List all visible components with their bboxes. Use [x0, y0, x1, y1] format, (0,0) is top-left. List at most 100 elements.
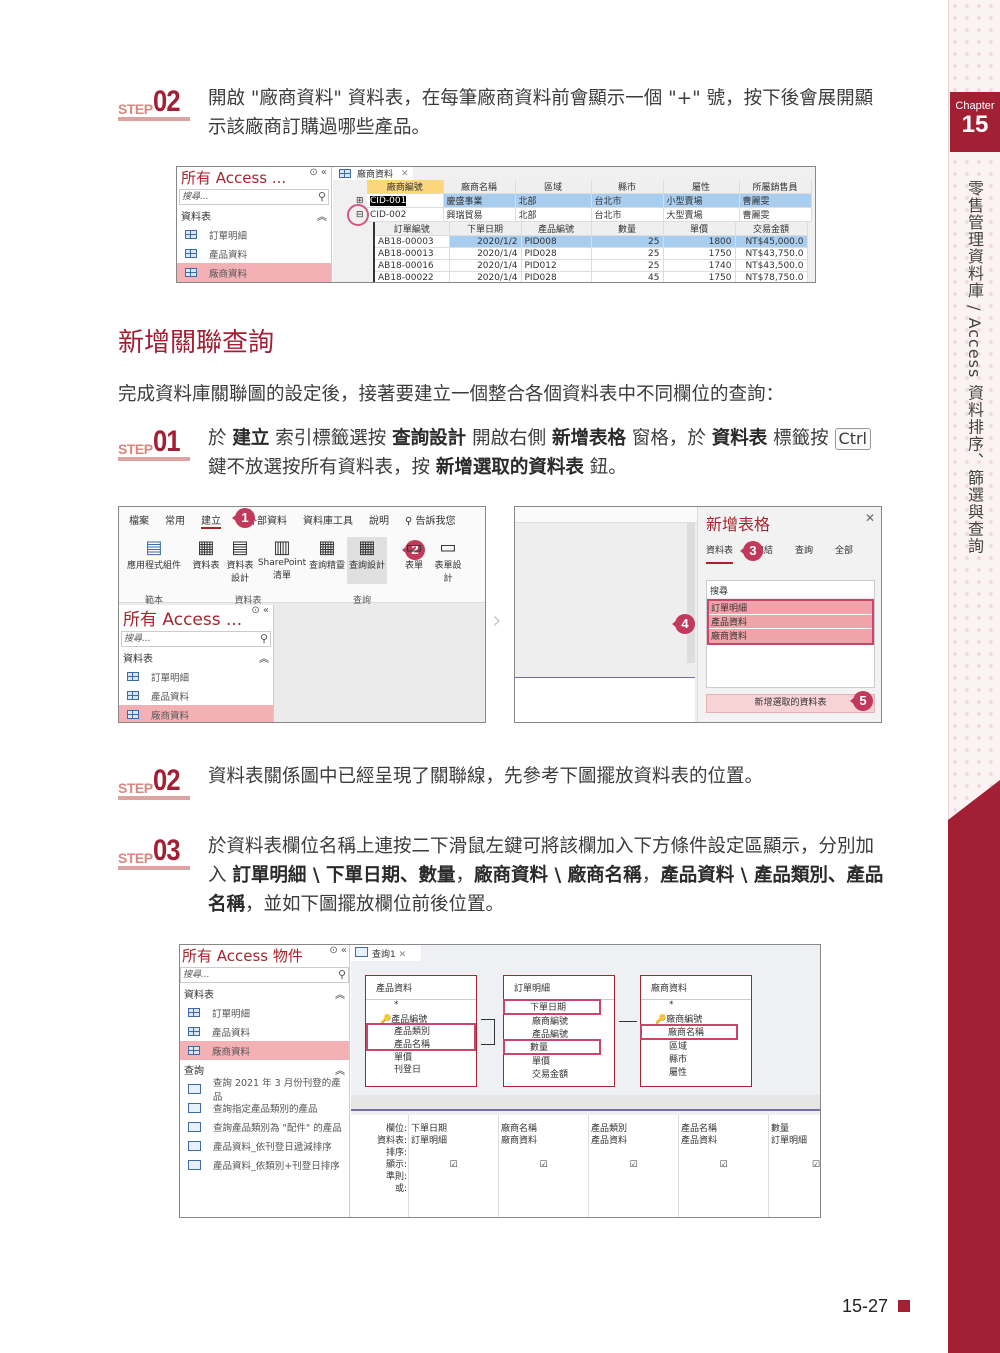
nav-group-tables[interactable]: 資料表 ︽ — [119, 648, 273, 667]
horizontal-scrollbar[interactable] — [351, 1095, 820, 1111]
column-header[interactable]: 單價 — [663, 222, 736, 236]
search-input[interactable]: 搜尋... ⚲ — [180, 967, 349, 983]
table-button[interactable]: ▦ 資料表 — [189, 537, 223, 584]
column-header[interactable]: 屬性 — [663, 180, 740, 194]
nav-item[interactable]: 查詢產品類別為 "配件" 的產品 — [180, 1117, 349, 1136]
query-wizard-button[interactable]: ▦ 查詢精靈 — [307, 537, 347, 584]
list-item[interactable]: 訂單明細 — [709, 601, 872, 615]
field-item[interactable]: 數量 — [503, 1039, 601, 1055]
nav-pane: 所有 Access ... ⊙ « 搜尋... ⚲ 資料表 ︽ 訂單明細 產品資料 廠… — [119, 605, 274, 722]
table-row[interactable]: AB18-00016 2020/1/4 PID012 25 1740 NT$43,500.… — [374, 259, 808, 272]
collapse-icon[interactable]: ⊟ — [347, 203, 369, 226]
scrollbar[interactable] — [687, 523, 695, 663]
table-box[interactable]: 產品資料 * 🔑產品編號 產品類別 產品名稱 單價 刊登日 — [365, 975, 477, 1087]
nav-item-selected[interactable]: 廠商資料 — [180, 1041, 349, 1060]
vendor-table: 廠商編號 廠商名稱 區域 縣市 屬性 所屬銷售員 ⊞ CID-001 慶盛事業北… — [347, 180, 812, 226]
column-header[interactable]: 廠商編號 — [367, 180, 444, 194]
nav-item[interactable]: 訂單明細 — [119, 667, 273, 686]
table-row[interactable]: AB18-00003 2020/1/2 PID008 25 1800 NT$45,000.… — [374, 235, 808, 248]
show-checkbox[interactable]: ☑ — [501, 1159, 586, 1171]
tab-file[interactable]: 檔案 — [129, 512, 149, 529]
query-icon — [355, 947, 368, 957]
nav-item[interactable]: 訂單明細 — [180, 1003, 349, 1022]
search-input[interactable]: 搜尋... ⚲ — [179, 189, 329, 205]
tab-home[interactable]: 常用 — [165, 512, 185, 529]
column-header[interactable]: 所屬銷售員 — [739, 180, 812, 194]
page-number: 15-27 — [842, 1296, 889, 1316]
close-icon[interactable]: ✕ — [401, 169, 409, 179]
tab-dbtools[interactable]: 資料庫工具 — [303, 512, 353, 529]
sidebar-red-band — [948, 780, 1000, 1353]
grid-column[interactable]: 產品類別 產品資料 ☑ — [588, 1115, 678, 1217]
close-icon[interactable]: ✕ — [399, 950, 407, 960]
search-input[interactable]: 搜尋... ⚲ — [121, 631, 271, 647]
table-icon — [127, 672, 139, 681]
nav-group-tables[interactable]: 資料表 ︽ — [180, 984, 349, 1003]
nav-item[interactable]: 產品資料 — [180, 1022, 349, 1041]
table-design-button[interactable]: ▤ 資料表設計 — [223, 537, 257, 584]
grid-column[interactable]: 產品名稱 產品資料 ☑ — [678, 1115, 768, 1217]
list-item[interactable]: 產品資料 — [709, 615, 872, 629]
nav-group-tables[interactable]: 資料表 ︽ — [177, 206, 331, 225]
table-row[interactable]: AB18-00013 2020/1/4 PID028 25 1750 NT$43,750.… — [374, 247, 808, 260]
nav-item[interactable]: 查詢 2021 年 3 月份刊登的產品 — [180, 1078, 349, 1103]
show-checkbox[interactable]: ☑ — [591, 1159, 676, 1171]
order-subtable: 訂單編號 下單日期 產品編號 數量 單價 交易金額 AB18-00003 2020… — [373, 222, 808, 282]
list-item[interactable]: 廠商資料 — [709, 629, 872, 643]
column-header[interactable]: 區域 — [515, 180, 592, 194]
column-header[interactable]: 交易金額 — [735, 222, 808, 236]
query-grid: 欄位: 資料表: 排序: 顯示: 準則: 或: 下單日期 訂單明細 ☑ 廠商名稱 廠商資料 ☑… — [351, 1115, 820, 1217]
field-item[interactable]: 下單日期 — [503, 999, 601, 1015]
step-label: STEP 02 — [118, 764, 180, 797]
show-checkbox[interactable]: ☑ — [411, 1159, 496, 1171]
field-item[interactable]: 廠商名稱 — [640, 1024, 738, 1040]
show-checkbox[interactable]: ☑ — [681, 1159, 766, 1171]
table-box[interactable]: 訂單明細 下單日期 廠商編號 產品編號 數量 單價 交易金額 — [503, 975, 615, 1087]
chevron-right-icon: › — [492, 606, 502, 634]
step-underline — [118, 866, 190, 870]
grid-column[interactable]: 數量 訂單明細 ☑ — [768, 1115, 820, 1217]
nav-menu-icon[interactable]: ⊙ « — [251, 605, 269, 630]
column-header[interactable]: 縣市 — [591, 180, 664, 194]
column-header[interactable]: 數量 — [591, 222, 664, 236]
table-row[interactable]: AB18-00022 2020/1/4 PID028 45 1750 NT$78,750.… — [374, 271, 808, 282]
section-intro: 完成資料庫關聯圖的設定後，接著要建立一個整合各個資料表中不同欄位的查詢： — [118, 384, 785, 405]
nav-item[interactable]: 產品資料 — [177, 244, 331, 263]
app-parts-button[interactable]: ▤ 應用程式組件 — [119, 537, 189, 584]
search-icon: ⚲ — [317, 190, 326, 203]
tab-all[interactable]: 全部 — [835, 543, 853, 564]
tab-queries[interactable]: 查詢 — [795, 543, 813, 564]
tab-help[interactable]: 說明 — [369, 512, 389, 529]
form-button[interactable]: ▭ 表單 — [397, 537, 431, 584]
nav-item[interactable]: 產品資料_依刊登日遞減排序 — [180, 1136, 349, 1155]
column-header[interactable]: 產品編號 — [521, 222, 592, 236]
field-item[interactable]: 產品類別 — [367, 1024, 475, 1037]
form-design-button[interactable]: ▭ 表單設計 — [431, 537, 465, 584]
tab-create[interactable]: 建立 — [201, 512, 221, 529]
column-header[interactable]: 廠商名稱 — [443, 180, 516, 194]
table-box[interactable]: 廠商資料 * 🔑廠商編號 廠商名稱 區域 縣市 屬性 — [640, 975, 752, 1087]
nav-item-selected[interactable]: 廠商資料 — [119, 705, 273, 722]
nav-item[interactable]: 產品資料_依類別+刊登日排序 — [180, 1155, 349, 1174]
grid-column[interactable]: 廠商名稱 廠商資料 ☑ — [498, 1115, 588, 1217]
table-row[interactable]: ⊟ CID-002 興瑞貿易 北部 台北市 大型賣場 曹麗雯 — [347, 203, 812, 226]
table-row[interactable]: ⊞ CID-001 慶盛事業 北部 台北市 小型賣場 曹麗雯 — [353, 193, 812, 208]
search-input[interactable]: 搜尋 — [707, 581, 874, 599]
tab-vendor[interactable]: 廠商資料 ✕ — [333, 167, 413, 180]
tab-tables[interactable]: 資料表 — [706, 543, 734, 564]
grid-column[interactable]: 下單日期 訂單明細 ☑ — [408, 1115, 498, 1217]
tell-me[interactable]: ⚲ 告訴我您 — [405, 512, 456, 529]
close-icon[interactable]: ✕ — [865, 511, 875, 535]
query-design-button[interactable]: ▦ 查詢設計 — [347, 537, 387, 584]
field-item[interactable]: 產品名稱 — [367, 1037, 475, 1050]
nav-menu-icon[interactable]: ⊙ « — [329, 945, 347, 966]
nav-item[interactable]: 產品資料 — [119, 686, 273, 705]
sharepoint-button[interactable]: ▥ SharePoint 清單 — [257, 537, 307, 584]
column-header[interactable]: 訂單編號 — [374, 222, 450, 236]
tab-query1[interactable]: 查詢1 ✕ — [351, 945, 421, 961]
nav-item[interactable]: 訂單明細 — [177, 225, 331, 244]
nav-item-selected[interactable]: 廠商資料 — [177, 263, 331, 282]
show-checkbox[interactable]: ☑ — [771, 1159, 820, 1171]
nav-menu-icon[interactable]: ⊙ « — [309, 167, 327, 188]
column-header[interactable]: 下單日期 — [449, 222, 522, 236]
